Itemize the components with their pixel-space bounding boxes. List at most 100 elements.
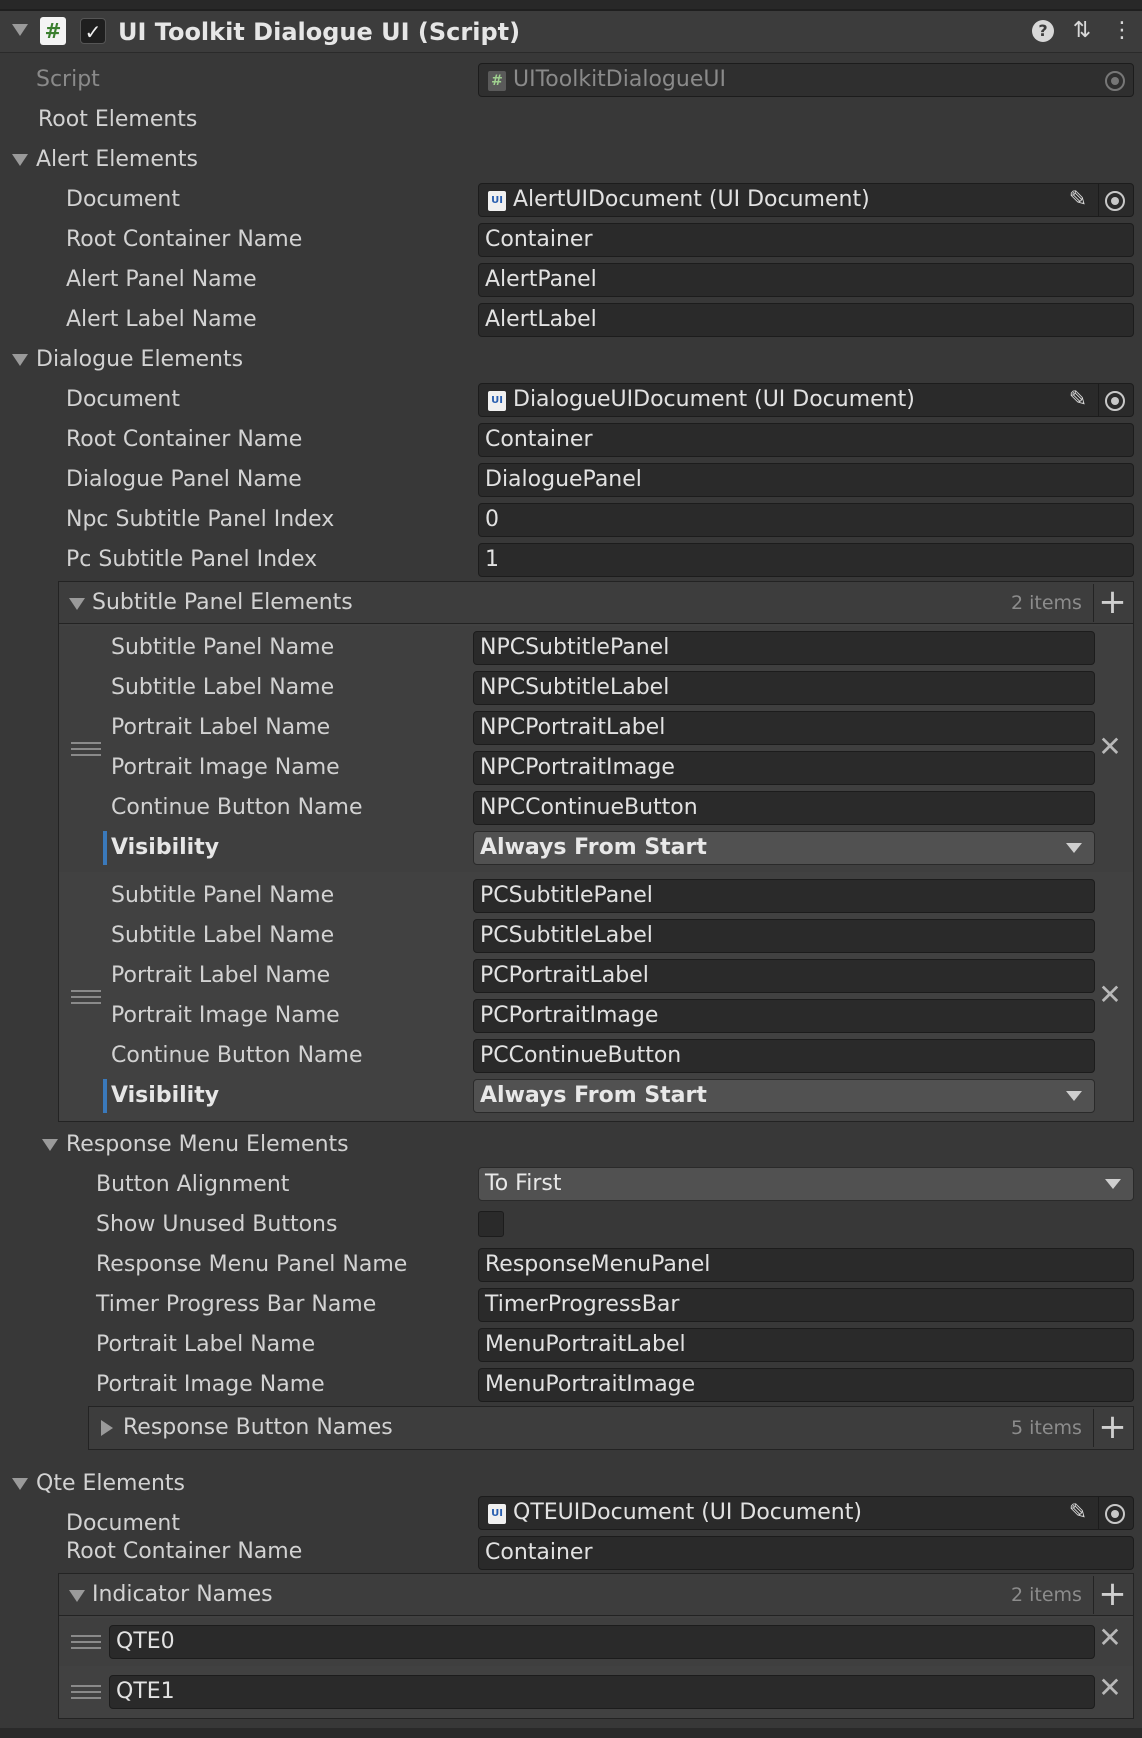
response-buttons-list-title[interactable]: Response Button Names — [123, 1412, 393, 1444]
indicator-item-1[interactable]: QTE1 ✕ — [59, 1668, 1133, 1716]
remove-item-icon[interactable]: ✕ — [1095, 1623, 1125, 1653]
alert-foldout-arrow[interactable] — [12, 154, 28, 166]
dialogue-document-field[interactable]: UI DialogueUIDocument (UI Document) ✎ — [478, 383, 1134, 417]
menu-portrait-image-input[interactable]: MenuPortraitImage — [478, 1368, 1134, 1402]
component-title: UI Toolkit Dialogue UI (Script) — [118, 18, 521, 46]
pencil-icon[interactable]: ✎ — [1065, 187, 1091, 213]
show-unused-buttons-checkbox[interactable] — [478, 1211, 504, 1237]
object-picker-icon[interactable] — [1105, 1504, 1125, 1524]
portrait-image-name-input[interactable]: NPCPortraitImage — [473, 751, 1095, 785]
dialogue-document-value: DialogueUIDocument (UI Document) — [513, 387, 915, 412]
qte-document-value: QTEUIDocument (UI Document) — [513, 1500, 862, 1525]
dialogue-foldout-arrow[interactable] — [12, 354, 28, 366]
drag-handle-icon[interactable] — [71, 1635, 101, 1649]
menu-portrait-label-label: Portrait Label Name — [96, 1332, 316, 1357]
pc-subtitle-index-input[interactable]: 1 — [478, 543, 1134, 577]
drag-handle-icon[interactable] — [71, 742, 101, 756]
component-enabled-checkbox[interactable]: ✓ — [80, 18, 106, 44]
qte-root-container-input[interactable]: Container — [478, 1536, 1134, 1570]
subtitle-list-foldout-arrow[interactable] — [69, 598, 85, 610]
window-top-edge — [0, 0, 1142, 11]
visibility-dropdown[interactable]: Always From Start — [473, 1079, 1095, 1113]
script-field[interactable]: # UIToolkitDialogueUI — [478, 63, 1134, 97]
presets-icon[interactable]: ⇅ — [1068, 17, 1096, 45]
visibility-value: Always From Start — [480, 1083, 707, 1108]
add-item-button[interactable]: + — [1093, 1409, 1131, 1447]
component-foldout-arrow[interactable] — [12, 24, 28, 36]
remove-item-icon[interactable]: ✕ — [1095, 1673, 1125, 1703]
subtitle-label-name-input[interactable]: NPCSubtitleLabel — [473, 671, 1095, 705]
response-menu-foldout[interactable]: Response Menu Elements — [66, 1129, 349, 1161]
alert-elements-foldout[interactable]: Alert Elements — [36, 144, 198, 176]
root-elements-label: Root Elements — [38, 107, 198, 132]
timer-progress-bar-input[interactable]: TimerProgressBar — [478, 1288, 1134, 1322]
object-picker-icon[interactable] — [1105, 191, 1125, 211]
indicator-name-input[interactable]: QTE1 — [109, 1675, 1095, 1709]
subtitle-panel-list: Subtitle Panel Elements 2 items + Subtit… — [58, 581, 1134, 1122]
npc-subtitle-index-input[interactable]: 0 — [478, 503, 1134, 537]
script-icon: # — [40, 17, 66, 45]
continue-button-name-input[interactable]: NPCContinueButton — [473, 791, 1095, 825]
object-picker-icon[interactable] — [1105, 391, 1125, 411]
object-picker-icon[interactable] — [1105, 71, 1125, 91]
response-buttons-list-header[interactable]: Response Button Names 5 items + — [89, 1407, 1133, 1449]
button-alignment-value: To First — [485, 1171, 562, 1196]
indicator-item-0[interactable]: QTE0 ✕ — [59, 1618, 1133, 1666]
subtitle-item-1[interactable]: Subtitle Panel Name PCSubtitlePanel Subt… — [59, 874, 1133, 1120]
prefab-override-indicator — [103, 1079, 107, 1113]
dialogue-elements-foldout[interactable]: Dialogue Elements — [36, 344, 243, 376]
portrait-label-name-input[interactable]: PCPortraitLabel — [473, 959, 1095, 993]
subtitle-item-0[interactable]: Subtitle Panel Name NPCSubtitlePanel Sub… — [59, 626, 1133, 872]
window-bottom-edge — [0, 1728, 1142, 1738]
drag-handle-icon[interactable] — [71, 990, 101, 1004]
subtitle-panel-name-input[interactable]: PCSubtitlePanel — [473, 879, 1095, 913]
context-menu-icon[interactable]: ⋮ — [1110, 17, 1134, 45]
subtitle-list-title[interactable]: Subtitle Panel Elements — [92, 587, 353, 619]
pencil-icon[interactable]: ✎ — [1065, 1500, 1091, 1526]
pc-subtitle-index-label: Pc Subtitle Panel Index — [66, 547, 318, 572]
visibility-label: Visibility — [111, 1083, 220, 1108]
portrait-label-name-input[interactable]: NPCPortraitLabel — [473, 711, 1095, 745]
alert-document-label: Document — [66, 187, 180, 212]
add-item-button[interactable]: + — [1093, 584, 1131, 622]
response-button-names-list: Response Button Names 5 items + — [88, 1406, 1134, 1450]
response-foldout-arrow[interactable] — [42, 1139, 58, 1151]
indicator-list-header[interactable]: Indicator Names 2 items + — [59, 1574, 1133, 1616]
show-unused-buttons-label: Show Unused Buttons — [96, 1212, 338, 1237]
remove-item-icon[interactable]: ✕ — [1095, 732, 1125, 762]
qte-elements-foldout[interactable]: Qte Elements — [36, 1468, 185, 1500]
indicator-list-foldout-arrow[interactable] — [69, 1590, 85, 1602]
dialogue-panel-name-input[interactable]: DialoguePanel — [478, 463, 1134, 497]
portrait-image-name-input[interactable]: PCPortraitImage — [473, 999, 1095, 1033]
pencil-icon[interactable]: ✎ — [1065, 387, 1091, 413]
component-header[interactable]: # ✓ UI Toolkit Dialogue UI (Script) ? ⇅ … — [0, 11, 1142, 53]
alert-label-name-input[interactable]: AlertLabel — [478, 303, 1134, 337]
continue-button-name-label: Continue Button Name — [111, 795, 363, 820]
visibility-dropdown[interactable]: Always From Start — [473, 831, 1095, 865]
field-separator — [1098, 184, 1099, 216]
help-icon[interactable]: ? — [1032, 20, 1054, 42]
response-panel-name-input[interactable]: ResponseMenuPanel — [478, 1248, 1134, 1282]
indicator-name-input[interactable]: QTE0 — [109, 1625, 1095, 1659]
help-glyph: ? — [1032, 20, 1054, 42]
button-alignment-dropdown[interactable]: To First — [478, 1167, 1134, 1201]
menu-portrait-label-input[interactable]: MenuPortraitLabel — [478, 1328, 1134, 1362]
continue-button-name-input[interactable]: PCContinueButton — [473, 1039, 1095, 1073]
dialogue-document-label: Document — [66, 387, 180, 412]
subtitle-label-name-label: Subtitle Label Name — [111, 923, 335, 948]
drag-handle-icon[interactable] — [71, 1685, 101, 1699]
qte-foldout-arrow[interactable] — [12, 1478, 28, 1490]
field-separator — [1098, 384, 1099, 416]
remove-item-icon[interactable]: ✕ — [1095, 980, 1125, 1010]
add-item-button[interactable]: + — [1093, 1576, 1131, 1614]
alert-panel-name-input[interactable]: AlertPanel — [478, 263, 1134, 297]
subtitle-panel-name-input[interactable]: NPCSubtitlePanel — [473, 631, 1095, 665]
response-buttons-foldout-arrow[interactable] — [101, 1420, 113, 1436]
indicator-list-title[interactable]: Indicator Names — [92, 1579, 273, 1611]
subtitle-label-name-input[interactable]: PCSubtitleLabel — [473, 919, 1095, 953]
dialogue-root-container-input[interactable]: Container — [478, 423, 1134, 457]
subtitle-list-header[interactable]: Subtitle Panel Elements 2 items + — [59, 582, 1133, 624]
alert-document-field[interactable]: UI AlertUIDocument (UI Document) ✎ — [478, 183, 1134, 217]
qte-document-field[interactable]: UI QTEUIDocument (UI Document) ✎ — [478, 1496, 1134, 1530]
alert-root-container-input[interactable]: Container — [478, 223, 1134, 257]
